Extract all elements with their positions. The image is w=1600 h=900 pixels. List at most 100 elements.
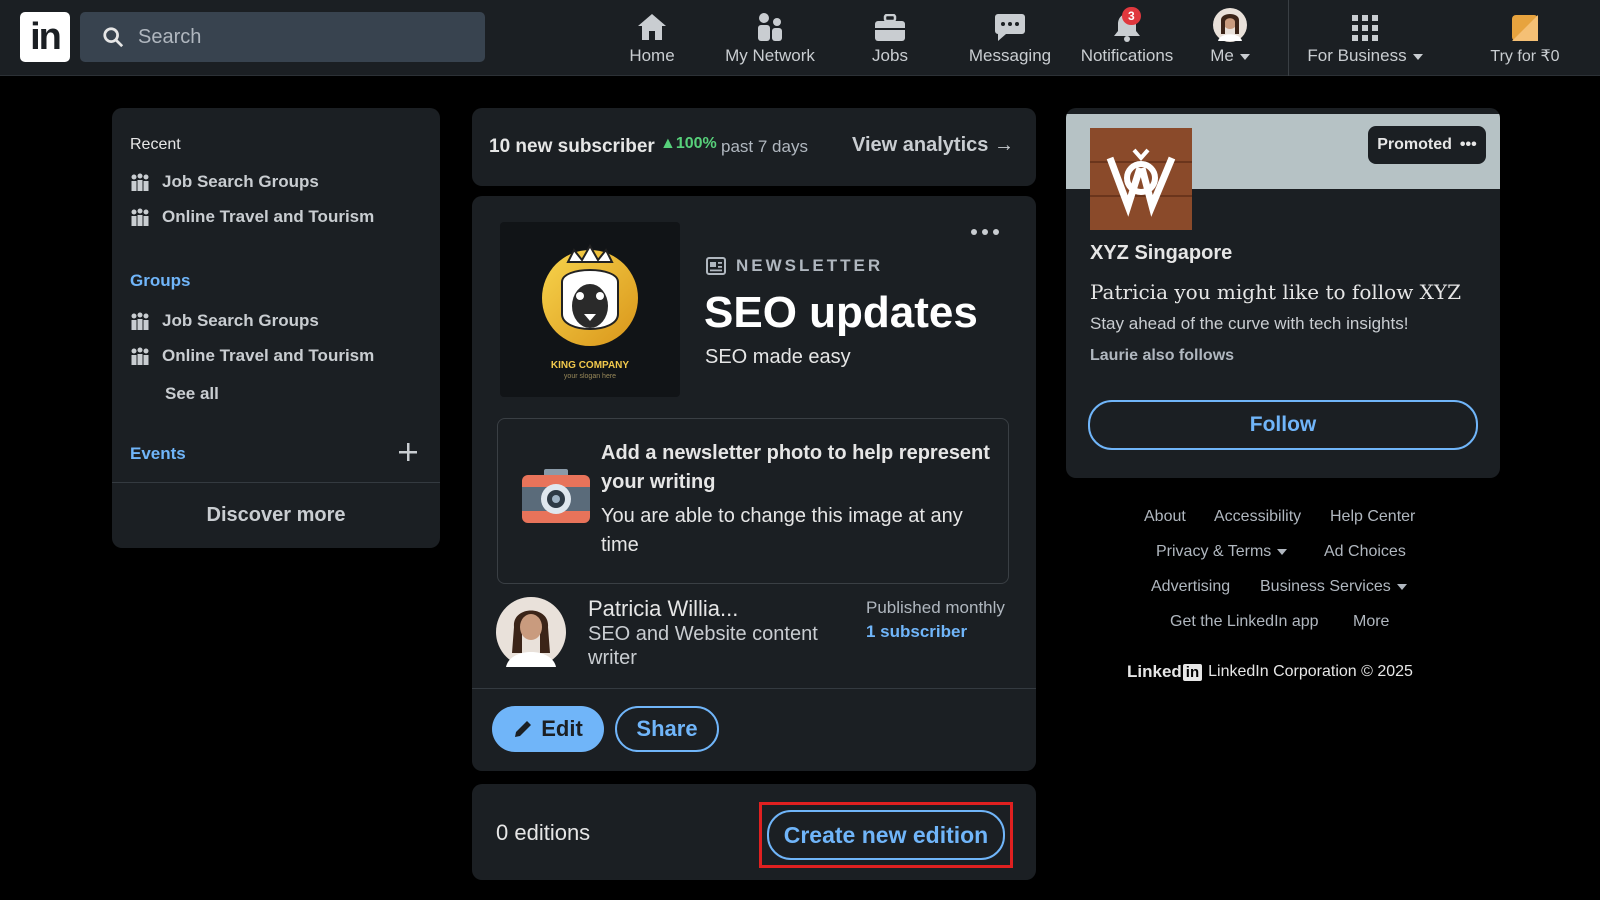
chevron-down-icon bbox=[1412, 53, 1423, 60]
events-heading[interactable]: Events bbox=[130, 444, 186, 464]
promoted-ad-card: Promoted ••• XYZ Singapore Patricia you m… bbox=[1066, 108, 1500, 478]
linkedin-logo[interactable]: in bbox=[20, 12, 70, 62]
groups-heading[interactable]: Groups bbox=[130, 271, 190, 291]
sidebar-item-label: Online Travel and Tourism bbox=[162, 346, 375, 365]
nav-my-network[interactable]: My Network bbox=[710, 0, 830, 76]
logo-company-text: KING COMPANY bbox=[550, 360, 630, 371]
arrow-right-icon: → bbox=[993, 134, 1014, 156]
search-placeholder: Search bbox=[138, 25, 202, 48]
nav-notifications[interactable]: 3 Notifications bbox=[1062, 0, 1192, 76]
sidebar-item-label: Job Search Groups bbox=[162, 172, 319, 191]
people-icon bbox=[758, 13, 782, 41]
chevron-down-icon bbox=[1239, 53, 1250, 60]
arrow-up-icon: ▲ bbox=[660, 135, 676, 152]
nav-messaging[interactable]: Messaging bbox=[955, 0, 1065, 76]
camera-icon bbox=[522, 469, 590, 523]
nav-home-label: Home bbox=[629, 46, 675, 65]
group-icon bbox=[131, 312, 149, 330]
footer-business-services[interactable]: Business Services bbox=[1260, 578, 1407, 596]
nav-jobs-label: Jobs bbox=[872, 46, 908, 65]
edit-button-label: Edit bbox=[541, 716, 583, 741]
ad-company-name[interactable]: XYZ Singapore bbox=[1090, 242, 1232, 265]
add-photo-body: You are able to change this image at any… bbox=[601, 505, 963, 556]
footer-get-app[interactable]: Get the LinkedIn app bbox=[1170, 613, 1319, 631]
nav-messaging-label: Messaging bbox=[968, 46, 1052, 65]
newsletter-icon bbox=[706, 257, 726, 275]
group-icon bbox=[131, 347, 149, 365]
editions-count: 0 editions bbox=[496, 820, 591, 845]
author-avatar[interactable] bbox=[496, 597, 566, 667]
plus-icon[interactable] bbox=[398, 442, 418, 462]
sidebar-item-group-travel[interactable]: Online Travel and Tourism bbox=[130, 346, 374, 366]
footer-brand: Linked in LinkedIn Corporation © 2025 bbox=[1127, 662, 1413, 682]
author-headline: SEO and Website content writer bbox=[588, 623, 818, 669]
newsletter-card: KING COMPANY your slogan here NEWSLETTER… bbox=[472, 196, 1036, 771]
newsletter-subtitle: SEO made easy bbox=[705, 346, 851, 368]
message-icon bbox=[995, 14, 1025, 41]
grid-icon bbox=[1352, 15, 1378, 41]
sidebar-item-group-job-search[interactable]: Job Search Groups bbox=[130, 311, 319, 331]
author-name[interactable]: Patricia Willia... bbox=[588, 596, 738, 622]
xyz-company-logo[interactable] bbox=[1090, 128, 1192, 230]
briefcase-icon bbox=[875, 14, 905, 41]
add-photo-prompt[interactable]: Add a newsletter photo to help represent… bbox=[497, 418, 1009, 584]
search-icon bbox=[103, 27, 124, 48]
pencil-icon bbox=[515, 721, 532, 737]
sidebar-item-label: Job Search Groups bbox=[162, 311, 319, 330]
newsletter-title: SEO updates bbox=[704, 288, 978, 337]
nav-home[interactable]: Home bbox=[612, 0, 692, 76]
recent-heading: Recent bbox=[130, 136, 181, 153]
nav-me-label: Me bbox=[1210, 46, 1250, 66]
nav-divider bbox=[1288, 0, 1289, 76]
share-button[interactable]: Share bbox=[615, 706, 719, 752]
create-new-edition-button[interactable]: Create new edition bbox=[767, 810, 1005, 860]
editions-card: 0 editions Create new edition bbox=[472, 784, 1036, 880]
home-icon bbox=[638, 14, 666, 40]
add-photo-title: Add a newsletter photo to help represent… bbox=[601, 442, 990, 493]
divider bbox=[472, 688, 1036, 689]
growth-indicator: ▲100% bbox=[660, 135, 717, 152]
nav-notifications-label: Notifications bbox=[1080, 46, 1174, 65]
logo-slogan-text: your slogan here bbox=[563, 373, 617, 380]
notification-badge: 3 bbox=[1122, 7, 1141, 25]
footer-advertising[interactable]: Advertising bbox=[1151, 578, 1230, 596]
edit-button[interactable]: Edit bbox=[492, 706, 604, 752]
see-all-link[interactable]: See all bbox=[165, 384, 219, 404]
footer-ad-choices[interactable]: Ad Choices bbox=[1324, 543, 1406, 561]
footer-help-center[interactable]: Help Center bbox=[1330, 508, 1415, 526]
nav-for-business[interactable]: For Business bbox=[1300, 0, 1430, 76]
linkedin-wordmark: Linked bbox=[1127, 662, 1182, 681]
nav-jobs[interactable]: Jobs bbox=[850, 0, 930, 76]
ad-social-proof: Laurie also follows bbox=[1090, 347, 1235, 364]
avatar bbox=[1213, 8, 1247, 42]
footer-about[interactable]: About bbox=[1144, 508, 1186, 526]
nav-premium-label: Try for ₹0 bbox=[1490, 48, 1560, 65]
more-options-icon: ••• bbox=[1459, 136, 1477, 153]
premium-icon bbox=[1512, 15, 1538, 41]
sidebar-item-recent-travel[interactable]: Online Travel and Tourism bbox=[130, 207, 374, 227]
promoted-badge[interactable]: Promoted ••• bbox=[1368, 126, 1486, 164]
subscriber-count-link[interactable]: 1 subscriber bbox=[866, 622, 967, 642]
search-input[interactable]: Search bbox=[80, 12, 485, 62]
discover-more-button[interactable]: Discover more bbox=[112, 504, 440, 527]
footer-privacy-terms[interactable]: Privacy & Terms bbox=[1156, 543, 1288, 561]
follow-button[interactable]: Follow bbox=[1088, 400, 1478, 450]
analytics-card: 10 new subscriber ▲100% past 7 days View… bbox=[472, 108, 1036, 186]
sidebar-card: Recent Job Search Groups Online Travel a… bbox=[112, 108, 440, 548]
nav-for-business-label: For Business bbox=[1307, 46, 1423, 66]
sidebar-item-label: Online Travel and Tourism bbox=[162, 207, 375, 226]
nav-me[interactable]: Me bbox=[1200, 0, 1260, 76]
ad-headline: Patricia you might like to follow XYZ bbox=[1090, 280, 1462, 304]
ad-body: Stay ahead of the curve with tech insigh… bbox=[1090, 314, 1409, 333]
more-options-icon[interactable] bbox=[970, 228, 1000, 236]
footer-more[interactable]: More bbox=[1353, 613, 1389, 631]
nav-my-network-label: My Network bbox=[725, 46, 815, 65]
sidebar-item-recent-job-search[interactable]: Job Search Groups bbox=[130, 172, 319, 192]
newsletter-kicker: NEWSLETTER bbox=[706, 256, 883, 276]
group-icon bbox=[131, 173, 149, 191]
divider bbox=[112, 482, 440, 483]
nav-premium-trial[interactable]: Try for ₹0 bbox=[1480, 0, 1570, 76]
footer-accessibility[interactable]: Accessibility bbox=[1214, 508, 1301, 526]
publish-frequency: Published monthly bbox=[866, 598, 1005, 617]
view-analytics-link[interactable]: View analytics → bbox=[852, 134, 1014, 157]
